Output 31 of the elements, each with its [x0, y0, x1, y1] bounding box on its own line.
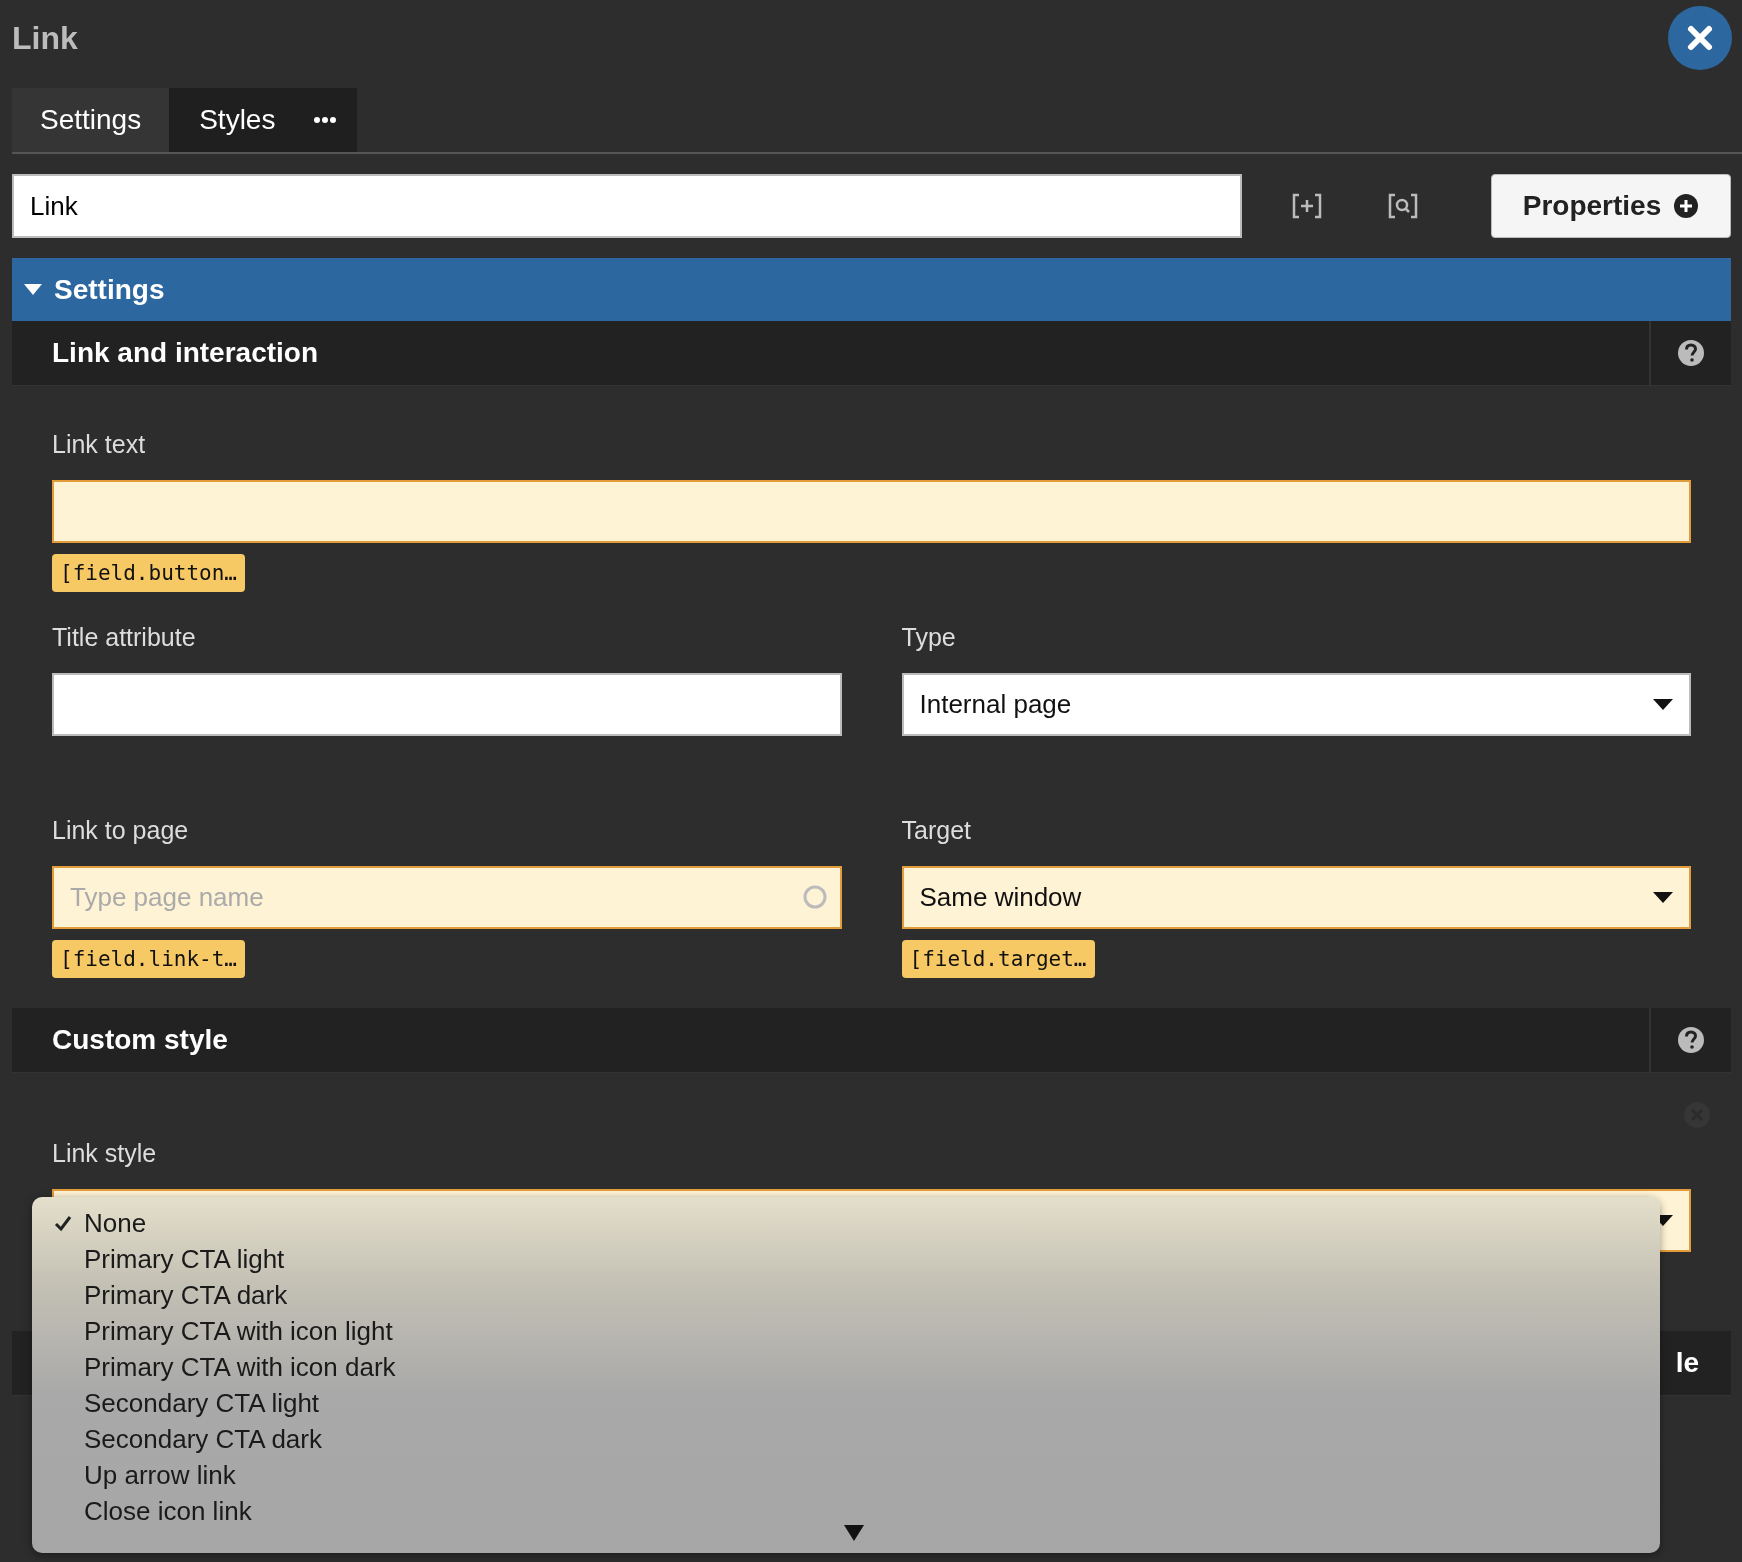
field-label: Link to page [52, 816, 190, 846]
field-tag: [field.target… [901, 940, 1095, 978]
dropdown-option[interactable]: Up arrow link [32, 1457, 1660, 1493]
field-tag: [field.link-t… [52, 940, 245, 978]
dropdown-option[interactable]: Primary CTA dark [32, 1277, 1660, 1313]
field-label: Type [901, 623, 957, 653]
dropdown-option[interactable]: Secondary CTA light [32, 1385, 1660, 1421]
section-title: Link and interaction [51, 337, 320, 369]
field-tag: [field.button… [52, 554, 245, 592]
name-field[interactable]: Link [12, 174, 1242, 238]
panel-title: Settings [54, 273, 165, 306]
dropdown-option[interactable]: Close icon link [32, 1493, 1660, 1529]
section-title: Custom style [51, 1024, 229, 1056]
properties-button[interactable]: Properties [1491, 174, 1731, 238]
select-field[interactable]: Internal page [901, 673, 1691, 736]
tab[interactable]: Settings [12, 88, 170, 152]
window-title: Link [12, 19, 78, 57]
page-search-field[interactable]: Type page name [52, 866, 842, 929]
field-label: Link text [52, 430, 147, 460]
dropdown-option[interactable]: Secondary CTA dark [32, 1421, 1660, 1457]
field-label: Title attribute [52, 623, 197, 653]
tab[interactable]: Styles [169, 88, 306, 152]
dropdown-option[interactable]: Primary CTA light [32, 1241, 1660, 1277]
field-label: Link style [52, 1139, 158, 1169]
dropdown-option[interactable]: Primary CTA with icon dark [32, 1349, 1660, 1385]
select-field[interactable]: Same window [901, 866, 1691, 929]
dropdown-option[interactable]: Primary CTA with icon light [32, 1313, 1660, 1349]
dropdown-option[interactable]: None [32, 1205, 1660, 1241]
settings-panel-header[interactable]: Settings [12, 258, 1731, 321]
field-label: Target [901, 816, 972, 846]
section-title: le [1675, 1347, 1700, 1379]
